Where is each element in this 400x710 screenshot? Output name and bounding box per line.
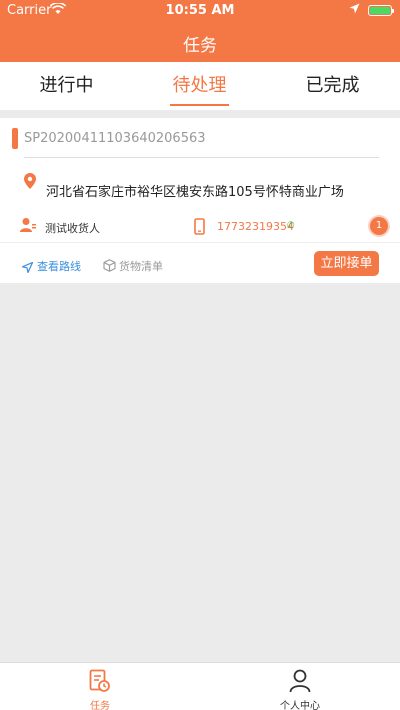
- box-icon[interactable]: [103, 257, 116, 276]
- phone-number[interactable]: 17732319354: [217, 220, 294, 233]
- receiver-name: 测试收货人: [45, 222, 100, 235]
- battery-icon: [368, 5, 394, 16]
- count-badge: 1: [370, 217, 388, 235]
- call-icon[interactable]: ✆: [287, 221, 295, 231]
- bottom-tab-task[interactable]: 任务: [0, 663, 200, 710]
- receiver-icon: [20, 217, 36, 237]
- divider: [0, 242, 400, 243]
- view-route-link[interactable]: 查看路线: [37, 258, 81, 274]
- page-title: 任务: [183, 36, 217, 56]
- bottom-tab-profile[interactable]: 个人中心: [200, 663, 400, 710]
- bottom-tab-profile-label: 个人中心: [280, 701, 320, 710]
- task-icon: [89, 669, 110, 692]
- tab-completed[interactable]: 已完成: [266, 62, 399, 110]
- accept-order-button[interactable]: 立即接单: [314, 251, 379, 276]
- phone-icon: [194, 218, 205, 239]
- status-time: 10:55 AM: [165, 3, 235, 18]
- address-text: 河北省石家庄市裕华区槐安东路105号怀特商业广场: [46, 185, 344, 200]
- header: Carrier 10:55 AM 任务: [0, 0, 400, 62]
- status-bar: Carrier 10:55 AM: [0, 0, 400, 20]
- bottom-tab-task-label: 任务: [90, 701, 110, 710]
- location-arrow-icon: [349, 3, 360, 18]
- location-pin-icon: [24, 173, 36, 193]
- order-card[interactable]: SP20200411103640206563 河北省石家庄市裕华区槐安东路105…: [0, 118, 400, 283]
- navigation-arrow-icon[interactable]: [21, 258, 34, 277]
- person-icon: [289, 669, 311, 693]
- tab-in-progress[interactable]: 进行中: [0, 62, 133, 110]
- bottom-tab-bar: 任务 个人中心: [0, 662, 400, 710]
- order-marker: [12, 128, 18, 149]
- goods-list-link[interactable]: 货物清单: [119, 258, 163, 274]
- tab-bar: 进行中 待处理 已完成: [0, 62, 400, 110]
- order-number: SP20200411103640206563: [24, 128, 379, 158]
- tab-pending[interactable]: 待处理: [133, 62, 266, 110]
